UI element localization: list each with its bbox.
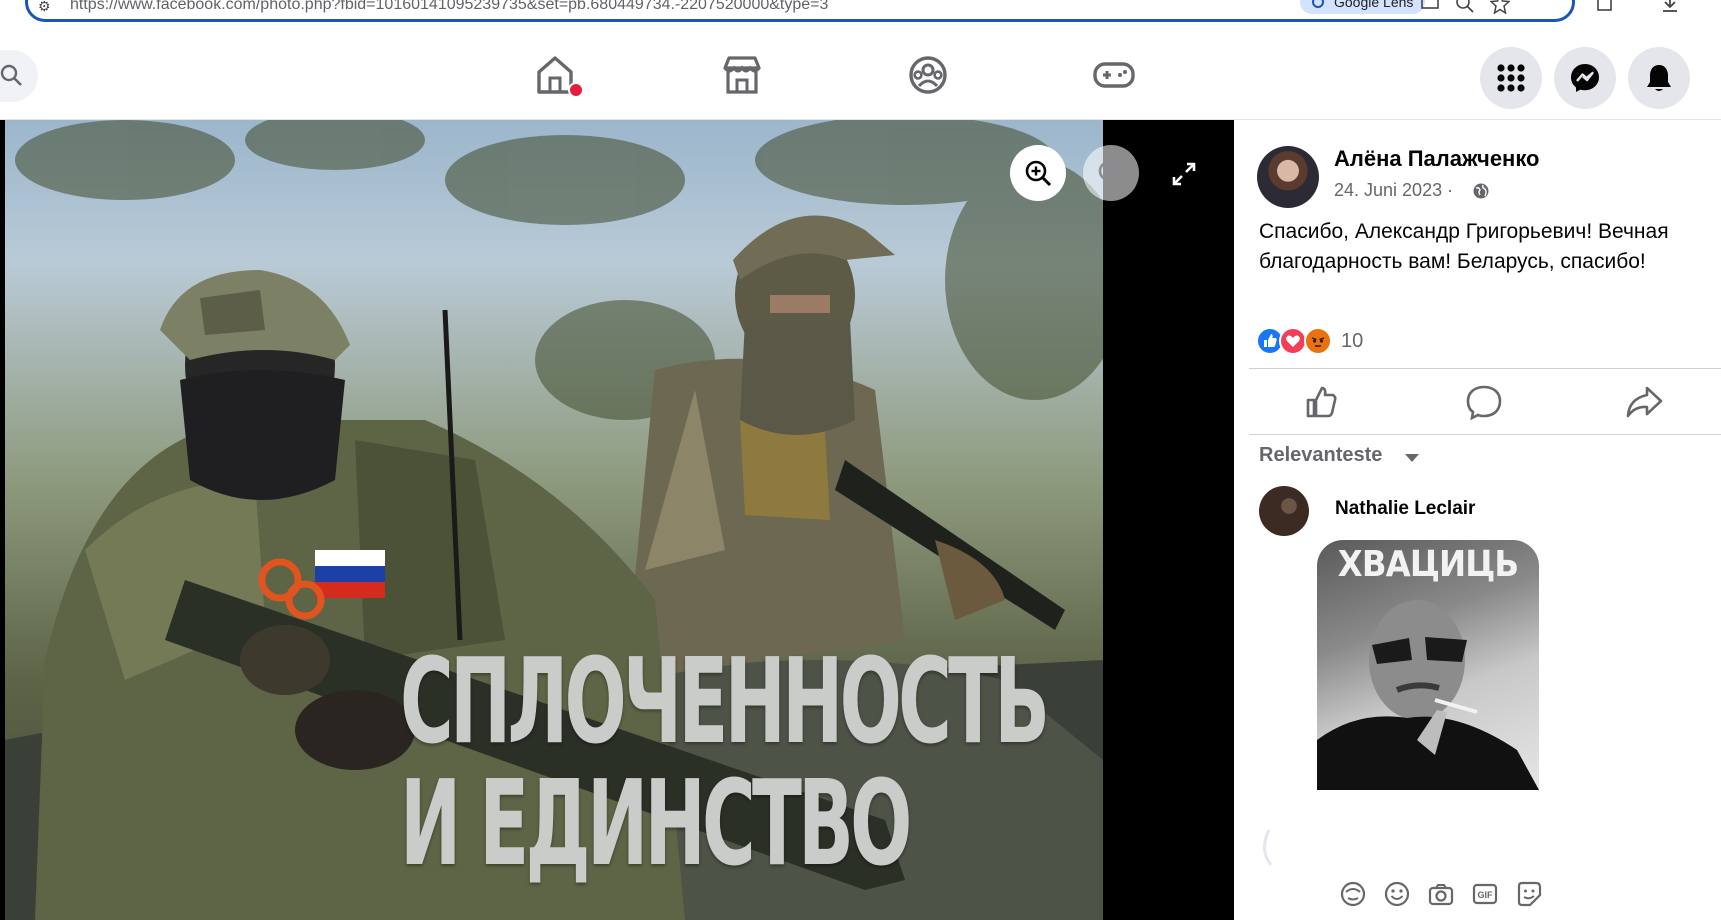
url-text[interactable]: https://www.facebook.com/photo.php?fbid=…	[70, 0, 828, 14]
post-date[interactable]: 24. Juni 2023 ·	[1334, 180, 1453, 201]
sticker-icon[interactable]	[1515, 880, 1543, 908]
author-name[interactable]: Алёна Палажченко	[1334, 146, 1540, 172]
fullscreen-icon[interactable]	[1170, 160, 1198, 188]
globe-icon	[1473, 183, 1489, 199]
author-avatar[interactable]	[1257, 146, 1319, 208]
search-icon	[0, 64, 22, 86]
commenter-name[interactable]: Nathalie Leclair	[1335, 498, 1475, 520]
zoom-in-icon	[1025, 160, 1052, 187]
sticker-portrait	[1317, 600, 1539, 790]
marketplace-icon[interactable]	[717, 50, 767, 100]
facebook-header	[0, 30, 1721, 120]
messenger-icon	[1571, 64, 1599, 92]
emoji-icon[interactable]	[1383, 880, 1411, 908]
divider	[1249, 434, 1721, 435]
comment-icon[interactable]	[1459, 382, 1509, 422]
gif-icon[interactable]: GIF	[1471, 880, 1499, 908]
chevron-down-icon[interactable]	[1405, 454, 1419, 462]
notifications-button[interactable]	[1628, 47, 1690, 109]
extensions-icon[interactable]	[1595, 0, 1615, 14]
reaction-count: 10	[1341, 330, 1364, 352]
caption-line-2: И ЕДИНСТВО	[400, 754, 912, 892]
share-icon[interactable]	[1619, 382, 1669, 422]
svg-text:GIF: GIF	[1478, 890, 1494, 900]
commenter-avatar[interactable]	[1259, 486, 1309, 536]
love-reaction-icon	[1279, 327, 1307, 355]
search-button[interactable]	[0, 50, 38, 102]
avatar-sticker-icon[interactable]	[1339, 880, 1367, 908]
lens-icon	[1312, 0, 1324, 8]
google-lens-chip[interactable]: Google Lens	[1300, 0, 1426, 14]
zoom-out-button[interactable]	[1083, 145, 1139, 201]
like-icon[interactable]	[1296, 382, 1346, 422]
post-side-panel: Алёна Палажченко 24. Juni 2023 · Спасибо…	[1234, 120, 1721, 920]
post-photo[interactable]: СПЛОЧЕННОСТЬ И ЕДИНСТВО	[5, 120, 1103, 920]
notification-dot	[568, 82, 584, 98]
zoom-out-icon	[1098, 160, 1125, 187]
comment-sticker[interactable]: ХВАЦИЦЬ	[1317, 540, 1539, 790]
photo-viewer: СПЛОЧЕННОСТЬ И ЕДИНСТВО	[0, 120, 1234, 920]
angry-reaction-icon	[1304, 327, 1332, 355]
zoom-icon[interactable]	[1455, 0, 1475, 14]
lens-label: Google Lens	[1334, 0, 1414, 10]
bookmark-star-icon[interactable]	[1490, 0, 1510, 14]
photo-caption: СПЛОЧЕННОСТЬ И ЕДИНСТВО	[400, 640, 1080, 884]
groups-icon[interactable]	[903, 50, 953, 100]
camera-icon[interactable]	[1427, 880, 1455, 908]
site-info-icon[interactable]: ⚙	[38, 0, 51, 15]
menu-button[interactable]	[1480, 47, 1542, 109]
install-app-icon[interactable]	[1420, 0, 1440, 14]
caption-line-1: СПЛОЧЕННОСТЬ	[400, 632, 1050, 770]
post-text: Спасибо, Александр Григорьевич! Вечная б…	[1259, 220, 1669, 273]
notifications-icon	[1647, 65, 1671, 91]
gaming-icon[interactable]	[1089, 50, 1139, 100]
comment-sort-dropdown[interactable]: Relevanteste	[1259, 444, 1382, 467]
downloads-icon[interactable]	[1660, 0, 1680, 14]
menu-grid-icon	[1497, 64, 1525, 92]
zoom-in-button[interactable]	[1010, 145, 1066, 201]
browser-toolbar: ⚙ https://www.facebook.com/photo.php?fbi…	[0, 0, 1721, 30]
divider	[1249, 368, 1721, 369]
messenger-button[interactable]	[1554, 47, 1616, 109]
